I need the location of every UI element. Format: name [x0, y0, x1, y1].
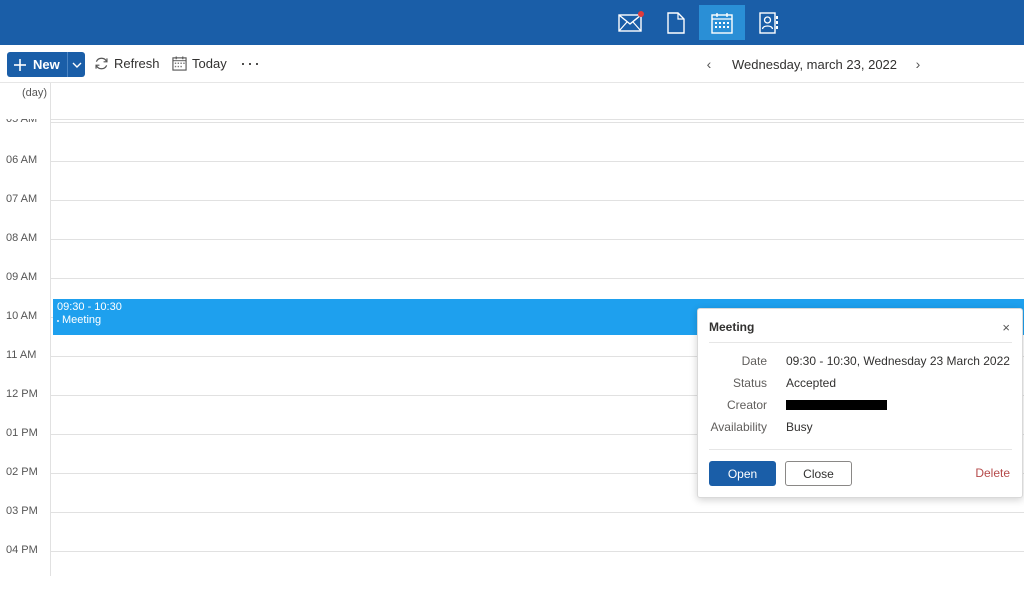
chevron-down-icon[interactable] [67, 52, 85, 77]
refresh-label: Refresh [114, 56, 160, 71]
next-day-button[interactable]: › [909, 56, 927, 72]
calendar-toolbar: New Refresh Today ··· ‹ Wednesday, march… [0, 45, 1024, 83]
status-key: Status [732, 376, 767, 390]
more-options-button[interactable]: ··· [240, 54, 261, 72]
hour-row[interactable]: 06 AM [0, 154, 1024, 200]
date-key: Date [741, 354, 767, 368]
popup-divider [709, 342, 1012, 343]
hour-label: 07 AM [6, 193, 38, 205]
contacts-app-button[interactable] [745, 5, 791, 40]
hour-label: 03 PM [6, 505, 38, 517]
new-button[interactable]: New [7, 52, 85, 77]
open-button[interactable]: Open [709, 461, 776, 486]
hour-row[interactable]: 08 AM [0, 232, 1024, 278]
hour-label: 06 AM [6, 154, 38, 166]
hour-label: 01 PM [6, 427, 38, 439]
hour-divider [50, 161, 1024, 162]
status-value: Accepted [786, 376, 837, 390]
view-label: (day) [22, 87, 48, 99]
notification-dot [638, 11, 644, 17]
plus-icon [7, 58, 33, 72]
calendar-today-icon [172, 56, 187, 71]
hour-label: 04 PM [6, 544, 38, 556]
hour-label: 10 AM [6, 310, 38, 322]
document-icon [667, 11, 685, 34]
hour-label: 12 PM [6, 388, 38, 400]
hour-divider [50, 200, 1024, 201]
availability-value: Busy [786, 420, 813, 434]
refresh-icon [95, 57, 108, 70]
creator-redacted [786, 400, 887, 410]
hour-divider [50, 512, 1024, 513]
hour-row[interactable]: 03 PM [0, 505, 1024, 551]
hour-divider [50, 551, 1024, 552]
event-bullet-icon [57, 319, 59, 322]
app-bar [0, 0, 1024, 45]
hour-divider [50, 278, 1024, 279]
current-date-label[interactable]: Wednesday, march 23, 2022 [718, 57, 909, 72]
hour-row[interactable]: 05 AM [0, 119, 1024, 161]
hour-label: 08 AM [6, 232, 38, 244]
hour-row[interactable]: 04 PM [0, 544, 1024, 590]
popup-title: Meeting [709, 320, 755, 334]
hour-divider [50, 239, 1024, 240]
hour-label: 09 AM [6, 271, 38, 283]
new-button-label: New [33, 57, 60, 72]
contacts-icon [759, 11, 778, 34]
event-details-popup: Meeting × Date 09:30 - 10:30, Wednesday … [697, 308, 1023, 498]
event-title: Meeting [62, 314, 102, 326]
calendar-icon [711, 12, 733, 34]
availability-key: Availability [710, 420, 767, 434]
previous-day-button[interactable]: ‹ [700, 56, 718, 72]
mail-app-button[interactable] [607, 5, 653, 40]
refresh-button[interactable]: Refresh [94, 56, 160, 71]
today-label: Today [192, 56, 227, 71]
hour-row[interactable]: 07 AM [0, 193, 1024, 239]
close-button[interactable]: Close [785, 461, 852, 486]
close-icon[interactable]: × [1002, 320, 1010, 335]
files-app-button[interactable] [653, 5, 699, 40]
hour-label: 02 PM [6, 466, 38, 478]
calendar-app-button[interactable] [699, 5, 745, 40]
creator-key: Creator [726, 398, 767, 412]
date-navigator: ‹ Wednesday, march 23, 2022 › [700, 56, 927, 72]
popup-divider-bottom [709, 449, 1012, 450]
delete-link[interactable]: Delete [975, 466, 1010, 480]
hour-label: 05 AM [6, 119, 38, 125]
all-day-divider [50, 119, 1024, 120]
today-button[interactable]: Today [172, 56, 227, 71]
date-value: 09:30 - 10:30, Wednesday 23 March 2022 [786, 354, 1010, 368]
hour-divider [50, 122, 1024, 123]
hour-label: 11 AM [6, 349, 37, 361]
